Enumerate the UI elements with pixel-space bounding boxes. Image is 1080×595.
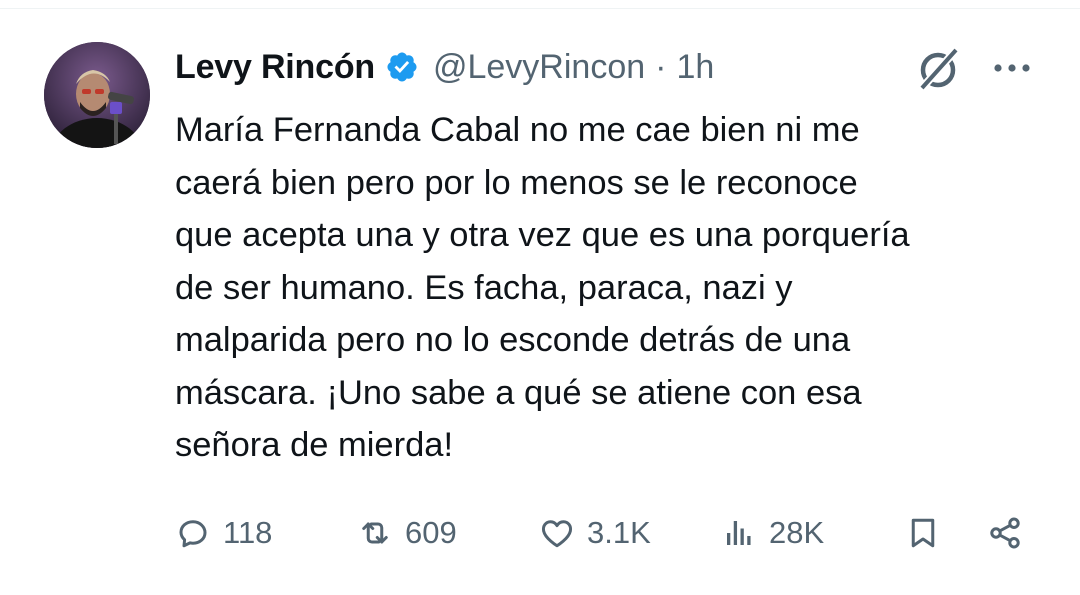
tweet-header: Levy Rincón @LevyRincon · 1h	[175, 44, 714, 90]
repost-icon	[362, 522, 388, 544]
avatar-image	[44, 42, 150, 148]
like-button[interactable]: 3.1K	[539, 508, 651, 558]
bookmark-button[interactable]	[905, 508, 941, 558]
grok-icon[interactable]	[913, 44, 963, 94]
author-display-name[interactable]: Levy Rincón	[175, 48, 375, 87]
share-icon	[990, 517, 1020, 549]
verified-badge-icon	[385, 50, 419, 84]
view-count: 28K	[769, 515, 825, 550]
analytics-icon	[727, 521, 751, 545]
share-button[interactable]	[987, 508, 1023, 558]
repost-count: 609	[405, 515, 457, 550]
tweet-text: María Fernanda Cabal no me cae bien ni m…	[175, 111, 910, 464]
avatar[interactable]	[44, 42, 150, 148]
bookmark-icon	[911, 518, 935, 548]
author-handle[interactable]: @LevyRincon	[433, 48, 645, 87]
heart-icon	[541, 520, 573, 548]
timestamp[interactable]: 1h	[676, 48, 714, 87]
action-bar: 118 609 3.1K 28K	[175, 508, 1035, 558]
reply-count: 118	[223, 515, 273, 550]
views-button[interactable]: 28K	[721, 508, 824, 558]
top-divider	[0, 8, 1080, 9]
reply-icon	[179, 520, 207, 548]
like-count: 3.1K	[587, 515, 651, 550]
separator-dot: ·	[655, 47, 667, 86]
repost-button[interactable]: 609	[357, 508, 457, 558]
more-options-icon[interactable]	[990, 50, 1034, 86]
reply-button[interactable]: 118	[175, 508, 272, 558]
